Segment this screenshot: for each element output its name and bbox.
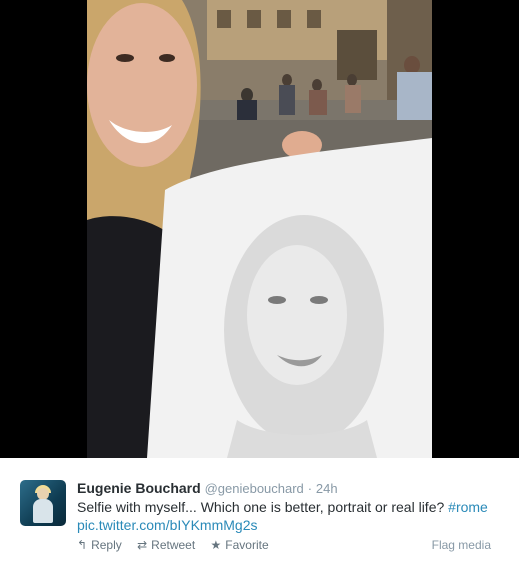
retweet-label: Retweet [151,538,196,552]
tweet-header: Eugenie Bouchard @geniebouchard · 24h [77,480,338,496]
tweet-text-main: Selfie with myself... Which one is bette… [77,499,445,515]
favorite-label: Favorite [225,538,269,552]
flag-media-link[interactable]: Flag media [432,538,491,552]
reply-label: Reply [91,538,122,552]
photo-illustration [87,0,432,458]
selfie-photo [87,0,432,458]
reply-arrow-icon: ↰ [77,538,88,552]
display-name[interactable]: Eugenie Bouchard [77,480,201,496]
retweet-icon: ⇄ [137,538,148,552]
tweet-card: Eugenie Bouchard @geniebouchard · 24h Se… [0,458,519,562]
favorite-button[interactable]: ★ Favorite [211,538,269,552]
hashtag-link[interactable]: #rome [448,499,488,515]
tweet-actions: ↰ Reply ⇄ Retweet ★ Favorite [77,538,281,552]
avatar[interactable] [20,480,66,526]
reply-button[interactable]: ↰ Reply [77,538,122,552]
retweet-button[interactable]: ⇄ Retweet [137,538,195,552]
media-link[interactable]: pic.twitter.com/bIYKmmMg2s [77,516,258,534]
tweet-text: Selfie with myself... Which one is bette… [77,498,488,516]
timestamp[interactable]: 24h [316,481,338,496]
user-handle[interactable]: @geniebouchard [205,481,304,496]
separator: · [307,481,313,496]
star-icon: ★ [210,538,222,552]
tweet-media[interactable] [0,0,519,458]
